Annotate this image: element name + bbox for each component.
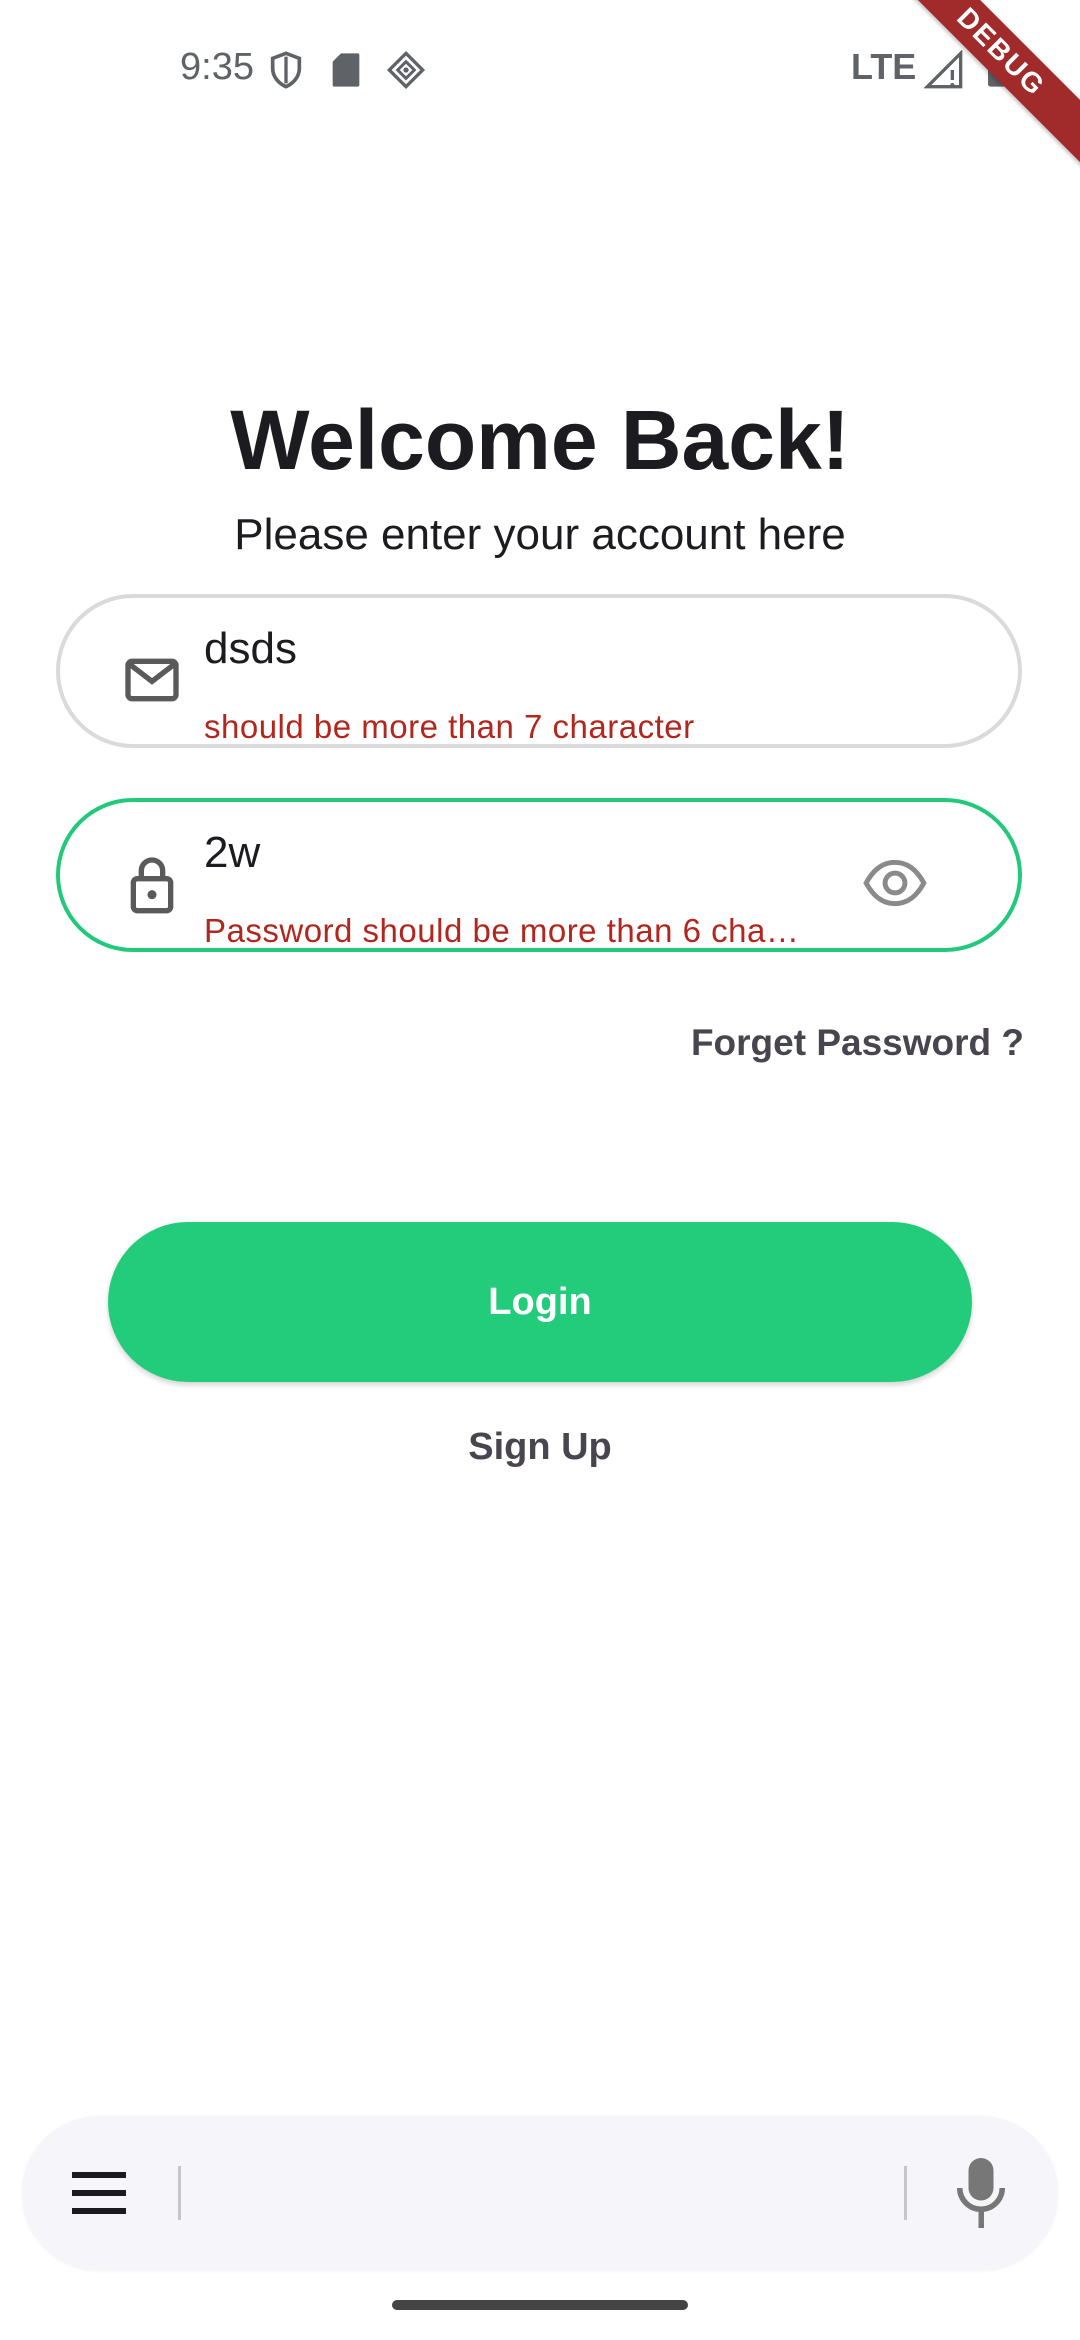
password-field[interactable]: 2w Password should be more than 6 cha… (56, 798, 1022, 952)
network-type: LTE (851, 46, 917, 87)
email-error: should be more than 7 character (204, 708, 695, 745)
status-time: 9:35 (180, 46, 254, 88)
password-error: Password should be more than 6 cha… (204, 912, 800, 949)
email-field[interactable]: dsds should be more than 7 character (56, 594, 1022, 748)
mail-icon (125, 658, 179, 702)
vpn-diamond-icon (386, 50, 426, 90)
page-title: Welcome Back! (230, 393, 850, 487)
login-button[interactable]: Login (108, 1222, 972, 1382)
text-cursor-divider (178, 2166, 181, 2220)
lock-icon (130, 857, 174, 914)
sign-up-link[interactable]: Sign Up (0, 1426, 1080, 1469)
signal-icon (924, 50, 963, 89)
home-indicator[interactable] (392, 2300, 688, 2310)
menu-icon[interactable] (72, 2168, 126, 2218)
eye-icon[interactable] (862, 850, 928, 916)
shield-icon (270, 51, 302, 89)
password-value[interactable]: 2w (204, 828, 260, 878)
forget-password-link[interactable]: Forget Password ? (691, 1022, 1024, 1064)
email-value[interactable]: dsds (204, 624, 297, 674)
sd-card-icon (332, 53, 360, 87)
divider (904, 2166, 907, 2220)
status-bar: 9:35 LTE (0, 0, 1080, 140)
page-subtitle: Please enter your account here (234, 510, 846, 559)
mic-icon[interactable] (956, 2158, 1006, 2228)
bottom-input-bar[interactable] (22, 2116, 1058, 2270)
